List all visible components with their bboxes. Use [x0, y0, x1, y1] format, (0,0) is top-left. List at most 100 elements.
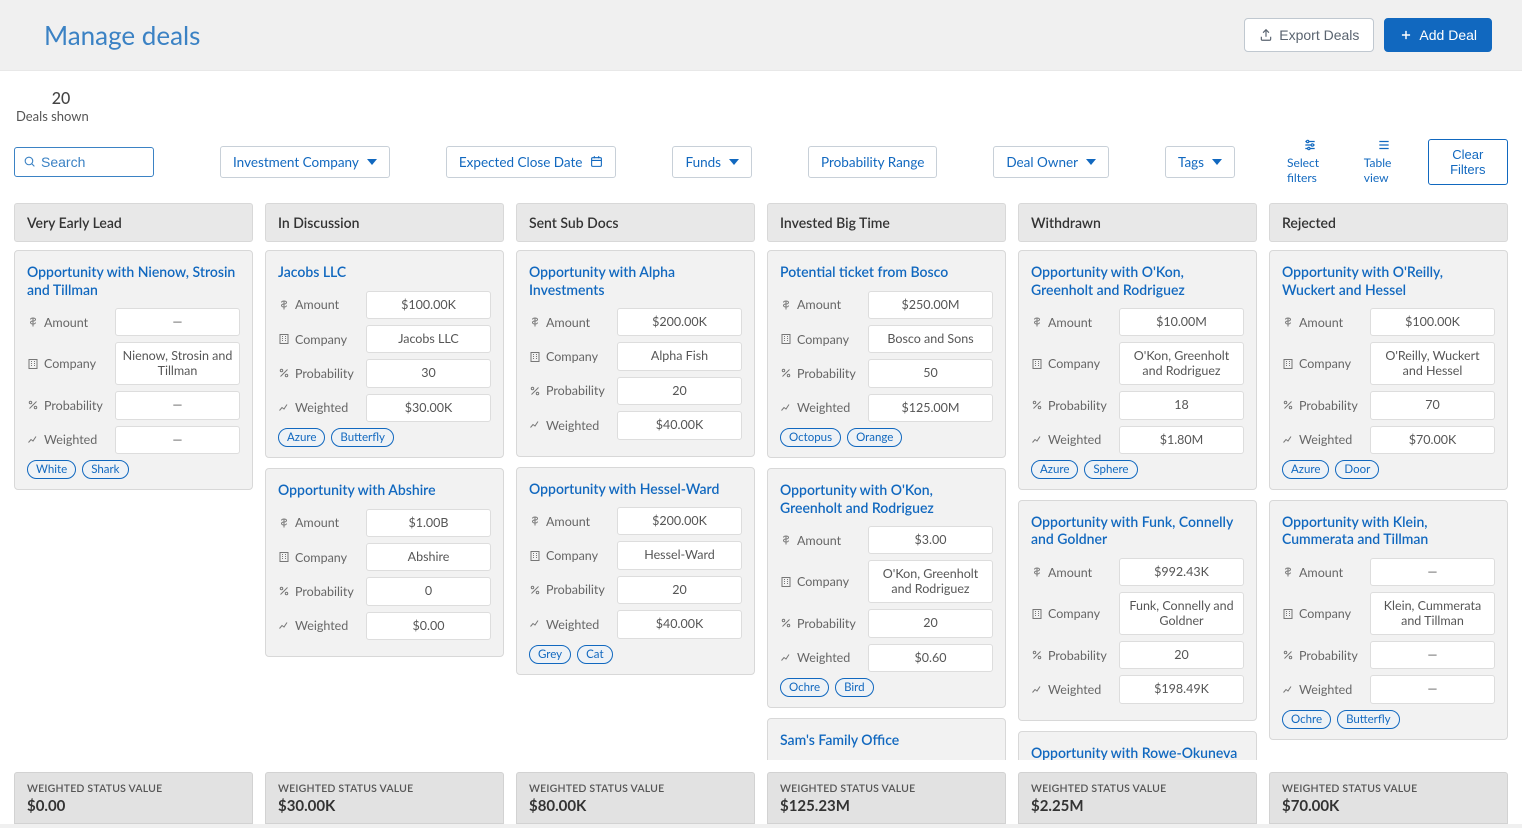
row-value[interactable]: Funk, Connelly and Goldner [1119, 592, 1244, 635]
export-deals-button[interactable]: Export Deals [1244, 18, 1374, 52]
deal-card[interactable]: Opportunity with O'Kon, Greenholt and Ro… [1018, 250, 1257, 490]
tag[interactable]: White [27, 460, 76, 479]
row-value[interactable]: Alpha Fish [617, 342, 742, 370]
row-value[interactable]: $250.00M [868, 291, 993, 319]
row-value[interactable]: $40.00K [617, 411, 742, 439]
row-value[interactable]: 20 [617, 377, 742, 405]
row-value[interactable]: Nienow, Strosin and Tillman [115, 342, 240, 385]
column-cards[interactable]: Jacobs LLC Amount $100.00K Company Jacob… [265, 250, 504, 760]
filter-expected-close[interactable]: Expected Close Date [446, 146, 617, 178]
deal-card[interactable]: Jacobs LLC Amount $100.00K Company Jacob… [265, 250, 504, 458]
row-value[interactable]: — [115, 426, 240, 454]
row-value[interactable]: 18 [1119, 391, 1244, 419]
deal-card[interactable]: Opportunity with Klein, Cummerata and Ti… [1269, 500, 1508, 740]
row-value[interactable]: $125.00M [868, 394, 993, 422]
row-value[interactable]: O'Reilly, Wuckert and Hessel [1370, 342, 1495, 385]
tag[interactable]: Butterfly [1337, 710, 1400, 729]
row-value[interactable]: — [1370, 675, 1495, 703]
row-value[interactable]: O'Kon, Greenholt and Rodriguez [1119, 342, 1244, 385]
tag[interactable]: Butterfly [331, 428, 394, 447]
deal-title[interactable]: Opportunity with Funk, Connelly and Gold… [1031, 513, 1244, 548]
row-value[interactable]: $0.00 [366, 612, 491, 640]
row-value[interactable]: $198.49K [1119, 675, 1244, 703]
tag[interactable]: Sphere [1084, 460, 1137, 479]
column-cards[interactable]: Opportunity with Nienow, Strosin and Til… [14, 250, 253, 760]
deal-title[interactable]: Opportunity with Nienow, Strosin and Til… [27, 263, 240, 298]
row-value[interactable]: — [115, 308, 240, 336]
deal-title[interactable]: Opportunity with Abshire [278, 481, 491, 499]
select-filters-link[interactable]: Select filters [1281, 138, 1340, 185]
clear-filters-button[interactable]: Clear Filters [1428, 139, 1508, 185]
row-value[interactable]: 50 [868, 359, 993, 387]
row-value[interactable]: $100.00K [366, 291, 491, 319]
row-value[interactable]: $0.60 [868, 644, 993, 672]
row-value[interactable]: $10.00M [1119, 308, 1244, 336]
deal-title[interactable]: Opportunity with Hessel-Ward [529, 480, 742, 498]
deal-card[interactable]: Opportunity with Alpha Investments Amoun… [516, 250, 755, 457]
row-value[interactable]: Jacobs LLC [366, 325, 491, 353]
row-value[interactable]: $1.00B [366, 509, 491, 537]
row-value[interactable]: $100.00K [1370, 308, 1495, 336]
column-cards[interactable]: Opportunity with O'Reilly, Wuckert and H… [1269, 250, 1508, 760]
tag[interactable]: Grey [529, 645, 571, 664]
row-value[interactable]: $70.00K [1370, 426, 1495, 454]
row-value[interactable]: 20 [1119, 641, 1244, 669]
tag[interactable]: Ochre [1282, 710, 1331, 729]
deal-card[interactable]: Opportunity with O'Reilly, Wuckert and H… [1269, 250, 1508, 490]
tag[interactable]: Ochre [780, 678, 829, 697]
tag[interactable]: Bird [835, 678, 873, 697]
deal-card[interactable]: Opportunity with Funk, Connelly and Gold… [1018, 500, 1257, 721]
tag[interactable]: Cat [577, 645, 612, 664]
row-value[interactable]: 70 [1370, 391, 1495, 419]
row-value[interactable]: 0 [366, 577, 491, 605]
row-value[interactable]: Bosco and Sons [868, 325, 993, 353]
search-box[interactable] [14, 147, 154, 177]
tag[interactable]: Shark [82, 460, 128, 479]
row-value[interactable]: Abshire [366, 543, 491, 571]
row-value[interactable]: O'Kon, Greenholt and Rodriguez [868, 560, 993, 603]
deal-card[interactable]: Potential ticket from Bosco Amount $250.… [767, 250, 1006, 458]
row-value[interactable]: — [115, 391, 240, 419]
deal-card[interactable]: Opportunity with O'Kon, Greenholt and Ro… [767, 468, 1006, 708]
filter-tags[interactable]: Tags [1165, 146, 1235, 178]
tag[interactable]: Octopus [780, 428, 841, 447]
deal-title[interactable]: Potential ticket from Bosco [780, 263, 993, 281]
column-cards[interactable]: Opportunity with Alpha Investments Amoun… [516, 250, 755, 760]
row-value[interactable]: $1.80M [1119, 426, 1244, 454]
row-value[interactable]: $3.00 [868, 526, 993, 554]
deal-title[interactable]: Jacobs LLC [278, 263, 491, 281]
filter-investment-company[interactable]: Investment Company [220, 146, 390, 178]
row-value[interactable]: $992.43K [1119, 558, 1244, 586]
deal-card[interactable]: Opportunity with Nienow, Strosin and Til… [14, 250, 253, 490]
deal-title[interactable]: Opportunity with O'Reilly, Wuckert and H… [1282, 263, 1495, 298]
row-value[interactable]: — [1370, 558, 1495, 586]
tag[interactable]: Orange [847, 428, 902, 447]
deal-title[interactable]: Opportunity with Alpha Investments [529, 263, 742, 298]
column-cards[interactable]: Opportunity with O'Kon, Greenholt and Ro… [1018, 250, 1257, 760]
deal-card[interactable]: Sam's Family Office [767, 718, 1006, 760]
tag[interactable]: Azure [278, 428, 325, 447]
filter-deal-owner[interactable]: Deal Owner [993, 146, 1109, 178]
tag[interactable]: Door [1335, 460, 1379, 479]
deal-card[interactable]: Opportunity with Hessel-Ward Amount $200… [516, 467, 755, 675]
row-value[interactable]: $200.00K [617, 308, 742, 336]
table-view-link[interactable]: Table view [1358, 138, 1410, 185]
deal-card[interactable]: Opportunity with Abshire Amount $1.00B C… [265, 468, 504, 657]
tag[interactable]: Azure [1031, 460, 1078, 479]
row-value[interactable]: 20 [617, 576, 742, 604]
filter-funds[interactable]: Funds [672, 146, 752, 178]
tag[interactable]: Azure [1282, 460, 1329, 479]
add-deal-button[interactable]: Add Deal [1384, 18, 1492, 52]
search-input[interactable] [41, 154, 145, 170]
row-value[interactable]: $200.00K [617, 507, 742, 535]
row-value[interactable]: Hessel-Ward [617, 541, 742, 569]
deal-card[interactable]: Opportunity with Rowe-Okuneva [1018, 731, 1257, 760]
row-value[interactable]: — [1370, 641, 1495, 669]
deal-title[interactable]: Opportunity with O'Kon, Greenholt and Ro… [1031, 263, 1244, 298]
row-value[interactable]: Klein, Cummerata and Tillman [1370, 592, 1495, 635]
row-value[interactable]: $40.00K [617, 610, 742, 638]
filter-probability-range[interactable]: Probability Range [808, 146, 937, 178]
column-cards[interactable]: Potential ticket from Bosco Amount $250.… [767, 250, 1006, 760]
deal-title[interactable]: Sam's Family Office [780, 731, 993, 749]
deal-title[interactable]: Opportunity with O'Kon, Greenholt and Ro… [780, 481, 993, 516]
